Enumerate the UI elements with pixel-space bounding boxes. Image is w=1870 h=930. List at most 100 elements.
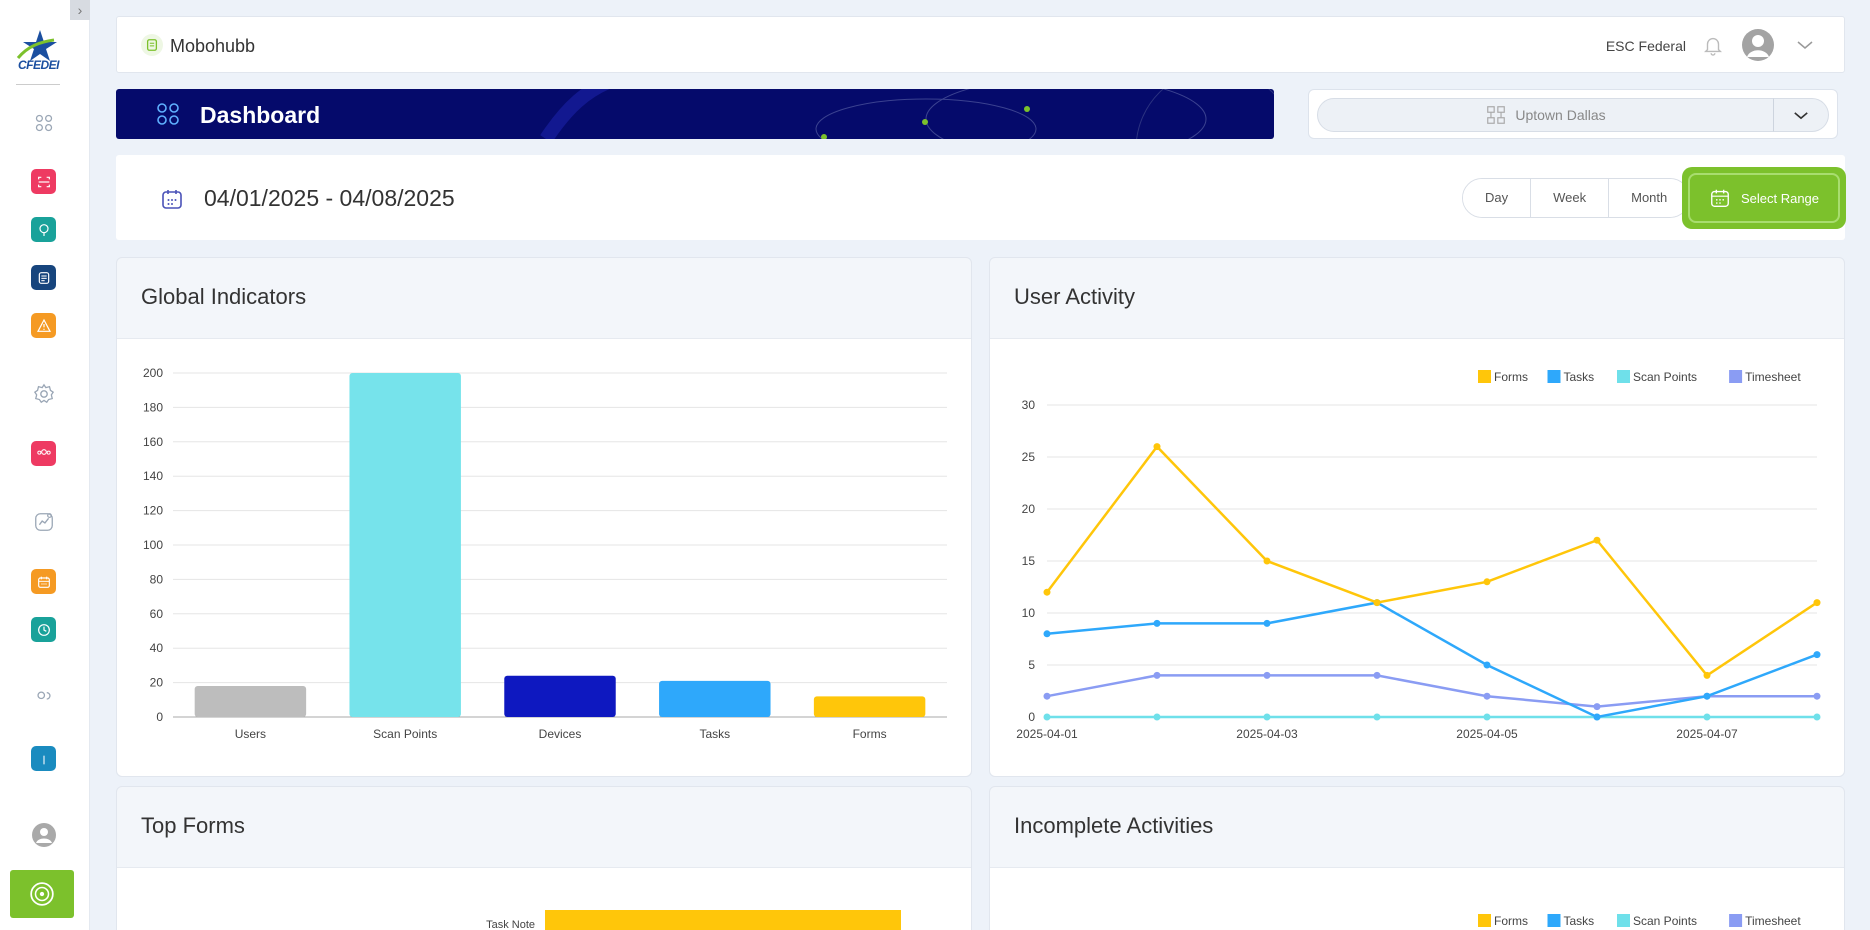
sidebar-item-analytics[interactable]: [31, 509, 56, 534]
chevron-down-icon[interactable]: [1796, 37, 1814, 53]
sidebar-divider: [16, 84, 60, 85]
organization-name[interactable]: ESC Federal: [1606, 38, 1686, 54]
sidebar-item-forms[interactable]: [31, 265, 56, 290]
app-logo-icon: [30, 882, 54, 906]
sidebar-item-timesheet[interactable]: [31, 617, 56, 642]
x-tick-label: 2025-04-03: [1236, 727, 1298, 741]
legend-item-scan-points[interactable]: Scan Points: [1617, 914, 1697, 928]
y-tick-label: 60: [150, 607, 164, 621]
series-scan-points: [1043, 713, 1821, 721]
series-timesheet: [1043, 671, 1821, 711]
location-label: Uptown Dallas: [1515, 107, 1606, 123]
period-month-button[interactable]: Month: [1609, 179, 1690, 217]
y-tick-label: 10: [1022, 606, 1036, 620]
legend-item-tasks[interactable]: Tasks: [1547, 370, 1595, 384]
legend-item-forms[interactable]: Forms: [1478, 914, 1528, 928]
global-indicators-chart: 0 20 40 60 80 100 120 140 160 180 200 Users Scan Poi…: [143, 366, 947, 741]
data-point: [1153, 443, 1161, 451]
legend-label: Timesheet: [1745, 370, 1801, 384]
bar-devices: [504, 675, 616, 717]
bar-users: [194, 686, 307, 717]
period-selector: Day Week Month: [1462, 178, 1691, 218]
data-point: [1813, 713, 1821, 721]
y-tick-label: 200: [143, 366, 163, 380]
legend-item-timesheet[interactable]: Timesheet: [1729, 370, 1801, 384]
brand-icon: [141, 34, 163, 56]
notification-bell-icon[interactable]: [1702, 34, 1724, 56]
legend-item-tasks[interactable]: Tasks: [1547, 914, 1595, 928]
data-point: [1373, 671, 1381, 679]
sidebar-item-dashboard[interactable]: [31, 110, 56, 135]
bar-forms: [813, 696, 926, 717]
data-point: [1153, 619, 1161, 627]
y-tick-label: 160: [143, 435, 163, 449]
y-tick-label: 20: [1022, 502, 1036, 516]
incomplete-activities-card: Incomplete Activities Forms Tasks Scan Poi…: [989, 786, 1845, 930]
location-select[interactable]: Uptown Dallas: [1308, 89, 1838, 139]
data-point: [1373, 713, 1381, 721]
x-tick-label: Devices: [539, 727, 582, 741]
legend-label: Scan Points: [1633, 370, 1697, 384]
mobohubb-launcher-button[interactable]: [10, 870, 74, 918]
sidebar-item-calendar[interactable]: [31, 569, 56, 594]
y-tick-label: 180: [143, 400, 163, 414]
data-point: [1483, 713, 1491, 721]
location-select-value[interactable]: Uptown Dallas: [1317, 98, 1774, 132]
location-dropdown-toggle[interactable]: [1773, 98, 1829, 132]
sidebar-item-manual[interactable]: [31, 746, 56, 771]
brand-name: Mobohubb: [170, 36, 256, 56]
legend-label: Tasks: [1564, 914, 1595, 928]
user-avatar[interactable]: [1742, 29, 1774, 61]
calendar-icon: [37, 576, 50, 588]
bar-task-note: [545, 910, 901, 930]
period-week-button[interactable]: Week: [1531, 179, 1610, 217]
y-tick-label: 40: [150, 641, 164, 655]
legend-label: Timesheet: [1745, 914, 1801, 928]
sidebar-item-users-group[interactable]: [31, 441, 56, 466]
card-title: Incomplete Activities: [1014, 813, 1214, 838]
calendar-icon: [1711, 189, 1729, 207]
legend-item-timesheet[interactable]: Timesheet: [1729, 914, 1801, 928]
legend-label: Forms: [1494, 370, 1528, 384]
sidebar-collapse-toggle[interactable]: ›: [70, 0, 90, 20]
data-point: [1153, 671, 1161, 679]
x-tick-label: Scan Points: [373, 727, 437, 741]
legend-swatch: [1478, 370, 1491, 383]
sidebar-item-location[interactable]: [31, 217, 56, 242]
scan-icon: [37, 176, 50, 187]
page-title: Dashboard: [200, 102, 321, 128]
sidebar-item-scan[interactable]: [31, 169, 56, 194]
analytics-icon: [34, 512, 53, 531]
profile-avatar-icon[interactable]: [31, 822, 56, 847]
y-tick-label: 140: [143, 469, 163, 483]
top-bar: Mobohubb ESC Federal: [116, 16, 1845, 73]
document-icon: [38, 271, 49, 284]
sidebar: › CFEDEI: [0, 0, 90, 930]
bar-scan-points: [349, 373, 461, 717]
sidebar-item-alerts[interactable]: [31, 313, 56, 338]
period-day-button[interactable]: Day: [1463, 179, 1532, 217]
data-point: [1043, 630, 1051, 638]
sidebar-item-settings[interactable]: [31, 381, 56, 406]
date-range-text: 04/01/2025 - 04/08/2025: [204, 185, 455, 211]
select-range-button[interactable]: Select Range: [1682, 167, 1846, 229]
date-range-bar: 04/01/2025 - 04/08/2025 Day Week Month S…: [116, 155, 1846, 240]
x-tick-label: 2025-04-01: [1016, 727, 1078, 741]
pin-icon: [38, 223, 49, 236]
y-tick-label: 25: [1022, 450, 1036, 464]
users-group-icon: [36, 448, 51, 455]
data-point: [1153, 713, 1161, 721]
user-activity-card: User Activity 0 5 10 15 20 25 30 2025-04-01 2025…: [989, 257, 1845, 777]
x-tick-label: 2025-04-07: [1676, 727, 1738, 741]
series-tasks: [1043, 599, 1821, 721]
legend-item-forms[interactable]: Forms: [1478, 370, 1528, 384]
grid-icon: [35, 114, 52, 131]
y-tick-label: 5: [1028, 658, 1035, 672]
card-title: Global Indicators: [141, 284, 307, 309]
legend-item-scan-points[interactable]: Scan Points: [1617, 370, 1697, 384]
sidebar-item-contacts[interactable]: [31, 686, 56, 711]
data-point: [1593, 713, 1601, 721]
y-tick-label: 15: [1022, 554, 1036, 568]
data-point: [1263, 713, 1271, 721]
top-forms-chart: Task Note: [486, 910, 901, 930]
